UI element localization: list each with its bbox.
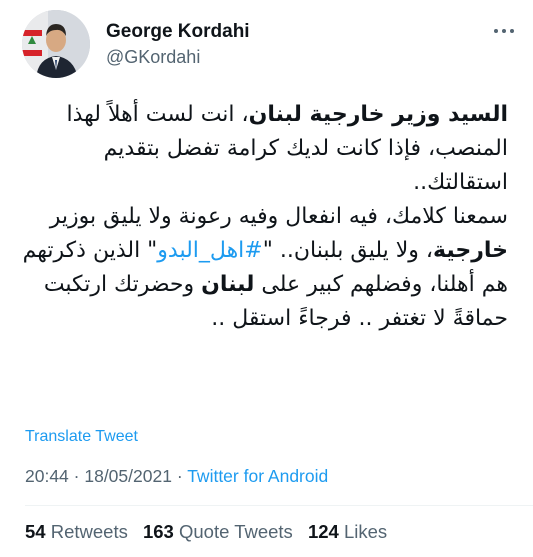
tweet-bold-word: خارجية <box>433 238 508 263</box>
tweet-text-segment: ، ولا يليق بلبنان.. " <box>262 238 434 263</box>
tweet-text-segment: سمعنا كلامك، فيه انفعال وفيه رعونة ولا ي… <box>49 204 508 229</box>
divider <box>25 505 533 506</box>
retweets-count: 54 <box>25 521 46 542</box>
quote-tweets-stat[interactable]: 163 Quote Tweets <box>143 521 293 542</box>
tweet-bold-phrase: السيد وزير خارجية لبنان <box>248 102 508 127</box>
tweet-text: السيد وزير خارجية لبنان، انت لست أهلاً ل… <box>18 98 508 336</box>
more-horizontal-icon[interactable] <box>492 24 516 38</box>
author-handle[interactable]: @GKordahi <box>106 45 250 69</box>
tweet-header: George Kordahi @GKordahi <box>22 10 522 78</box>
tweet-bold-word: لبنان <box>201 272 255 297</box>
meta-separator: · <box>68 466 85 486</box>
author-display-name[interactable]: George Kordahi <box>106 20 250 44</box>
avatar[interactable] <box>22 10 90 78</box>
tweet-meta: 20:44 · 18/05/2021 · Twitter for Android <box>25 466 328 487</box>
likes-label: Likes <box>343 521 388 542</box>
tweet-paragraph-1: السيد وزير خارجية لبنان، انت لست أهلاً ل… <box>18 98 508 200</box>
retweets-label: Retweets <box>50 521 128 542</box>
tweet-paragraph-2: سمعنا كلامك، فيه انفعال وفيه رعونة ولا ي… <box>18 200 508 336</box>
translate-tweet-link[interactable]: Translate Tweet <box>25 428 138 446</box>
avatar-photo <box>22 10 90 78</box>
quote-tweets-label: Quote Tweets <box>179 521 293 542</box>
retweets-stat[interactable]: 54 Retweets <box>25 521 128 542</box>
likes-count: 124 <box>307 521 339 542</box>
tweet-time[interactable]: 20:44 <box>25 466 69 486</box>
tweet-stats: 54 Retweets 163 Quote Tweets 124 Likes <box>25 521 387 543</box>
likes-stat[interactable]: 124 Likes <box>308 521 387 542</box>
meta-separator: · <box>171 466 188 486</box>
hashtag-link[interactable]: #اهل_البدو <box>157 238 262 263</box>
tweet-source-link[interactable]: Twitter for Android <box>187 466 328 486</box>
tweet-date[interactable]: 18/05/2021 <box>84 466 172 486</box>
author-block: George Kordahi @GKordahi <box>106 20 250 69</box>
quote-tweets-count: 163 <box>142 521 174 542</box>
